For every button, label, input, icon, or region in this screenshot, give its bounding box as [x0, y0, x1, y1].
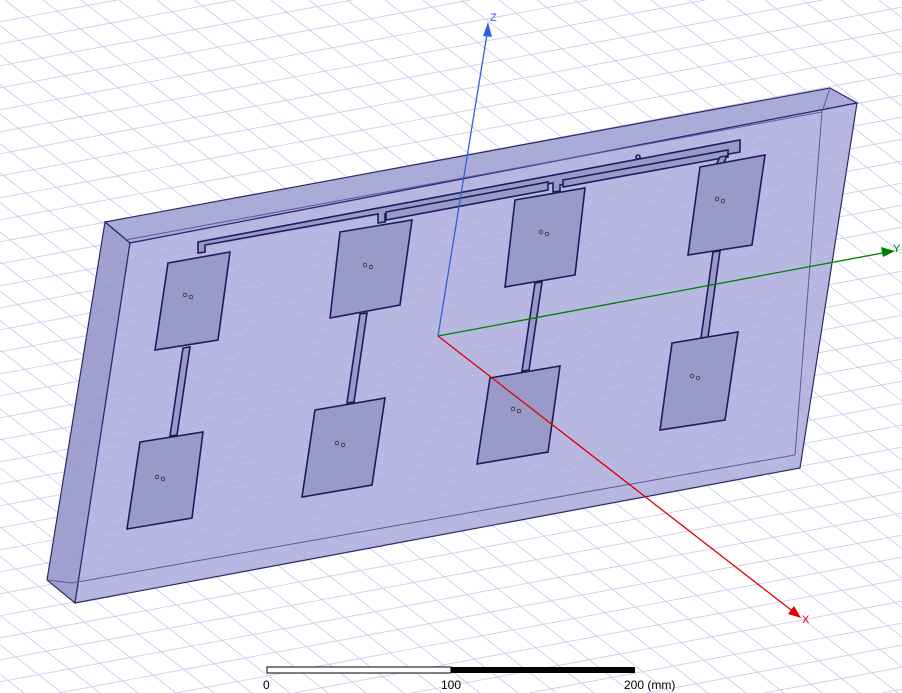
scale-label-200: 200 (mm)	[624, 678, 675, 692]
grid-line	[878, 0, 902, 19]
scale-bar-black	[451, 667, 635, 673]
grid-line	[0, 615, 101, 693]
grid-line	[0, 644, 63, 693]
grid-line	[0, 585, 139, 693]
grid-line	[0, 0, 353, 67]
grid-line	[881, 688, 902, 693]
scale-label-100: 100	[441, 678, 461, 692]
patch-3-top[interactable]	[504, 187, 586, 288]
grid-line	[0, 0, 471, 89]
grid-line	[840, 0, 902, 48]
patch-4-top[interactable]	[687, 154, 766, 256]
patch-2-bottom[interactable]	[301, 397, 386, 498]
grid-line	[0, 673, 25, 693]
z-axis-label: Z	[490, 12, 497, 24]
x-axis-label: X	[802, 614, 810, 626]
grid-line	[802, 0, 902, 78]
scale-bar-white	[266, 666, 452, 674]
y-axis-label: Y	[893, 243, 901, 255]
scale-bar: 0 100 200 (mm)	[263, 666, 675, 692]
x-arrow-icon	[788, 606, 801, 618]
grid-line	[0, 0, 588, 111]
patch-4-bottom[interactable]	[659, 331, 739, 431]
grid-line	[0, 0, 706, 133]
patch-3-bottom[interactable]	[476, 365, 561, 465]
model-canvas[interactable]: Z Y X 0 100 200 (mm)	[0, 0, 902, 693]
grid-line	[0, 0, 235, 45]
scale-label-0: 0	[263, 678, 270, 692]
3d-modeler-viewport[interactable]: Z Y X 0 100 200 (mm)	[0, 0, 902, 693]
grid-line	[0, 0, 118, 23]
z-arrow-icon	[483, 22, 492, 37]
